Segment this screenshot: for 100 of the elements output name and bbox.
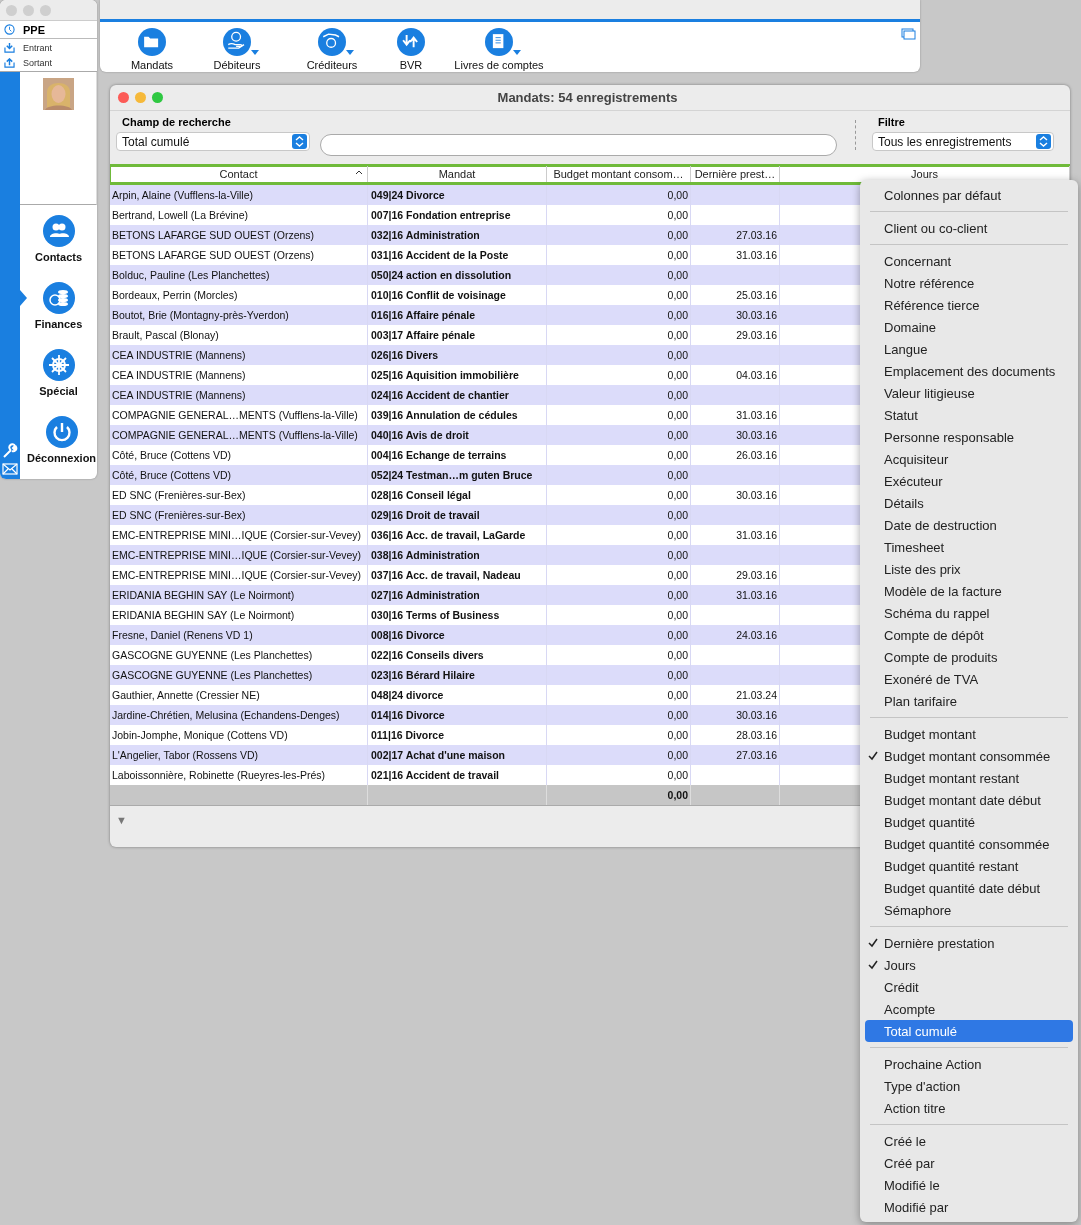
window-control[interactable] — [6, 4, 17, 16]
window-control[interactable] — [118, 92, 129, 103]
window-control[interactable] — [23, 4, 34, 16]
table-cell: 052|24 Testman…m guten Bruce — [368, 465, 547, 485]
menu-item[interactable]: Compte de dépôt — [865, 624, 1073, 646]
menu-item[interactable]: Sémaphore — [865, 899, 1073, 921]
table-cell: 0,00 — [547, 505, 691, 525]
menu-item[interactable]: Valeur litigieuse — [865, 382, 1073, 404]
menu-item[interactable]: Domaine — [865, 316, 1073, 338]
menu-item[interactable]: Total cumulé — [865, 1020, 1073, 1042]
sidebar-title: PPE — [23, 23, 45, 36]
table-cell: 31.03.16 — [691, 585, 780, 605]
search-field-dropdown[interactable]: Total cumulé — [116, 132, 310, 151]
table-cell: ERIDANIA BEGHIN SAY (Le Noirmont) — [110, 585, 368, 605]
menu-item[interactable]: Acompte — [865, 998, 1073, 1020]
sidebar-link[interactable]: Entrant — [0, 40, 97, 55]
windows-icon[interactable] — [901, 28, 916, 40]
filter-dropdown[interactable]: Tous les enregistrements — [872, 132, 1054, 151]
menu-item[interactable]: Référence tierce — [865, 294, 1073, 316]
table-cell: 0,00 — [547, 185, 691, 205]
nav-item[interactable]: Spécial — [20, 349, 97, 397]
menu-item[interactable]: Type d'action — [865, 1075, 1073, 1097]
menu-item[interactable]: Schéma du rappel — [865, 602, 1073, 624]
column-header[interactable]: Mandat — [368, 166, 547, 182]
caret-icon — [513, 50, 521, 55]
menu-item[interactable]: Date de destruction — [865, 514, 1073, 536]
table-cell: 050|24 action en dissolution — [368, 265, 547, 285]
menu-item[interactable]: Langue — [865, 338, 1073, 360]
menu-item[interactable]: Acquisiteur — [865, 448, 1073, 470]
disclosure-toggle[interactable]: ▼ — [116, 814, 127, 826]
menu-item[interactable]: Exonéré de TVA — [865, 668, 1073, 690]
menu-item[interactable]: Créé par — [865, 1152, 1073, 1174]
table-cell: 0,00 — [547, 625, 691, 645]
menu-item[interactable]: Exécuteur — [865, 470, 1073, 492]
window-control[interactable] — [40, 4, 51, 16]
filter-label: Filtre — [878, 116, 906, 128]
column-header[interactable]: Budget montant consom… — [547, 166, 691, 182]
menu-item[interactable]: Crédit — [865, 976, 1073, 998]
menu-item[interactable]: Concernant — [865, 250, 1073, 272]
toolbar-button[interactable]: Débiteurs — [182, 22, 292, 71]
table-cell: 038|16 Administration — [368, 545, 547, 565]
toolbar-button[interactable]: Mandats — [122, 22, 182, 71]
table-cell: 0,00 — [547, 545, 691, 565]
toolbar-button[interactable]: BVR — [372, 22, 450, 71]
window-control[interactable] — [135, 92, 146, 103]
search-field[interactable] — [320, 134, 837, 156]
menu-item[interactable]: Budget quantité date début — [865, 877, 1073, 899]
menu-item[interactable]: Budget montant — [865, 723, 1073, 745]
table-cell: 0,00 — [547, 745, 691, 765]
window-title: Mandats: 54 enregistrements — [496, 90, 679, 105]
table-cell: 040|16 Avis de droit — [368, 425, 547, 445]
menu-item[interactable]: Colonnes par défaut — [865, 184, 1073, 206]
menu-item[interactable]: Timesheet — [865, 536, 1073, 558]
menu-item[interactable]: Budget montant restant — [865, 767, 1073, 789]
book-icon — [485, 28, 513, 56]
table-cell: 016|16 Affaire pénale — [368, 305, 547, 325]
menu-item[interactable]: Modèle de la facture — [865, 580, 1073, 602]
menu-item[interactable]: Personne responsable — [865, 426, 1073, 448]
wrench-icon[interactable] — [2, 443, 18, 459]
menu-item[interactable]: Budget quantité restant — [865, 855, 1073, 877]
table-cell: 24.03.16 — [691, 625, 780, 645]
menu-item[interactable]: Détails — [865, 492, 1073, 514]
menu-item[interactable]: Dernière prestation — [865, 932, 1073, 954]
menu-item[interactable]: Client ou co-client — [865, 217, 1073, 239]
menu-item[interactable]: Plan tarifaire — [865, 690, 1073, 712]
menu-item[interactable]: Liste des prix — [865, 558, 1073, 580]
menu-item[interactable]: Créé le — [865, 1130, 1073, 1152]
table-cell: 002|17 Achat d'une maison — [368, 745, 547, 765]
menu-item[interactable]: Modifié par — [865, 1196, 1073, 1218]
toolbar-button[interactable]: Livres de comptes — [450, 22, 548, 71]
column-header[interactable]: Contact — [110, 166, 368, 182]
sidebar-link[interactable]: Sortant — [0, 55, 97, 70]
table-cell: COMPAGNIE GENERAL…MENTS (Vufflens-la-Ville) — [110, 425, 368, 445]
download-icon — [4, 42, 15, 53]
mail-icon[interactable] — [2, 463, 18, 475]
menu-item[interactable]: Jours — [865, 954, 1073, 976]
menu-item[interactable]: Modifié le — [865, 1174, 1073, 1196]
table-cell: 027|16 Administration — [368, 585, 547, 605]
menu-item[interactable]: Prochaine Action — [865, 1053, 1073, 1075]
table-cell: BETONS LAFARGE SUD OUEST (Orzens) — [110, 225, 368, 245]
table-cell: 024|16 Accident de chantier — [368, 385, 547, 405]
toolbar-button[interactable]: Créditeurs — [292, 22, 372, 71]
menu-item[interactable]: Notre référence — [865, 272, 1073, 294]
menu-item[interactable]: Budget quantité — [865, 811, 1073, 833]
stepper-icon — [1036, 134, 1051, 149]
menu-item[interactable]: Emplacement des documents — [865, 360, 1073, 382]
caret-icon — [251, 50, 259, 55]
hand-coin-icon — [318, 28, 346, 56]
nav-item[interactable]: Contacts — [20, 215, 97, 263]
menu-item[interactable]: Action titre — [865, 1097, 1073, 1119]
column-header[interactable]: Dernière prest… — [691, 166, 780, 182]
nav-item[interactable]: Déconnexion — [20, 416, 97, 464]
menu-item[interactable]: Budget montant date début — [865, 789, 1073, 811]
menu-item[interactable]: Statut — [865, 404, 1073, 426]
menu-item[interactable]: Compte de produits — [865, 646, 1073, 668]
menu-item[interactable]: Budget montant consommée — [865, 745, 1073, 767]
nav-item[interactable]: Finances — [20, 282, 97, 330]
window-control[interactable] — [152, 92, 163, 103]
table-cell: 30.03.16 — [691, 705, 780, 725]
menu-item[interactable]: Budget quantité consommée — [865, 833, 1073, 855]
